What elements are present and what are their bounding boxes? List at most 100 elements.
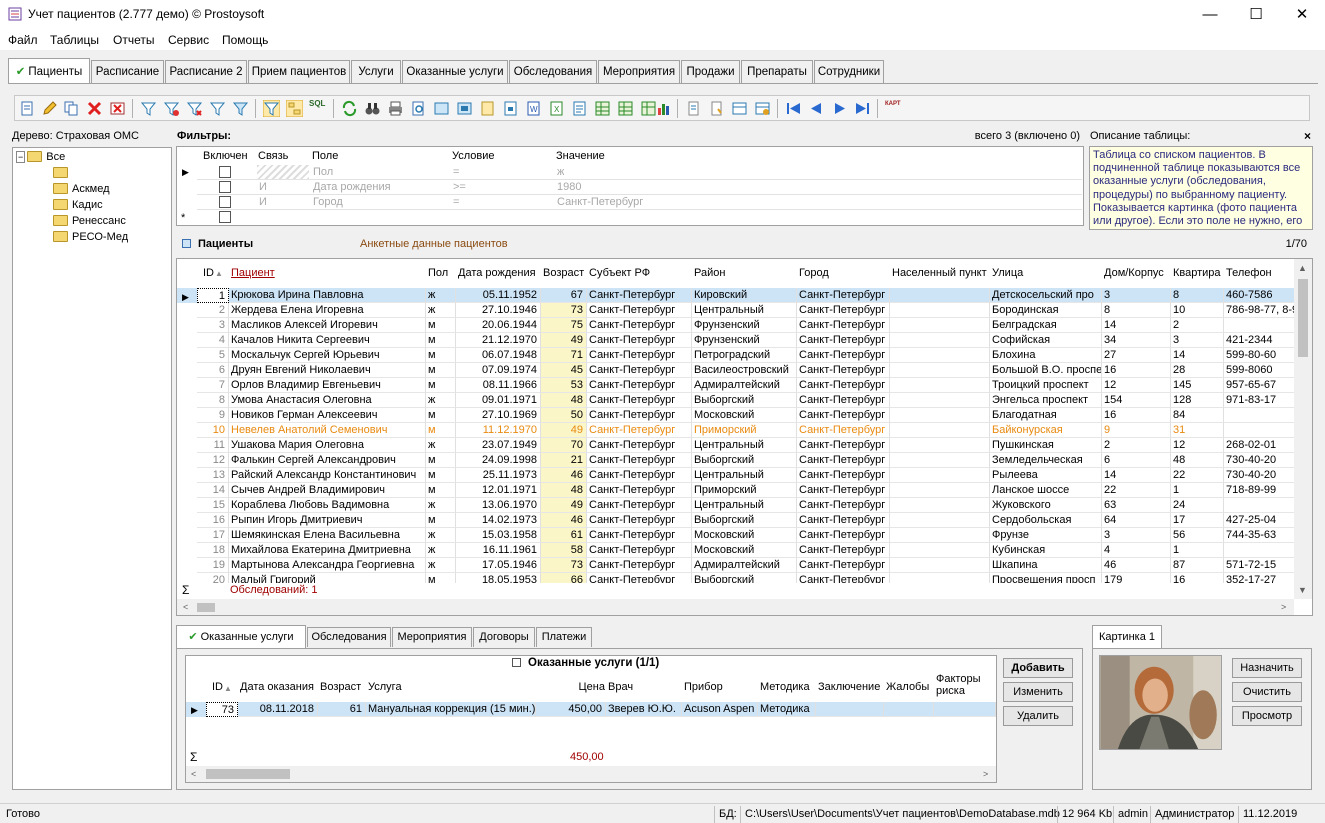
table-cell[interactable]: 16.11.1961 bbox=[456, 543, 541, 558]
table-cell[interactable]: Санкт-Петербург bbox=[797, 423, 890, 438]
table-cell[interactable]: м bbox=[426, 573, 456, 583]
hscroll-thumb[interactable] bbox=[197, 603, 215, 612]
table-cell[interactable] bbox=[934, 702, 996, 717]
table-cell[interactable]: 6 bbox=[197, 363, 229, 378]
table-cell[interactable]: м bbox=[426, 408, 456, 423]
table-cell[interactable]: 53 bbox=[541, 378, 587, 393]
filter-add-icon[interactable] bbox=[163, 100, 180, 117]
table-cell[interactable]: 07.09.1974 bbox=[456, 363, 541, 378]
table-cell[interactable]: 27.10.1946 bbox=[456, 303, 541, 318]
table-cell[interactable]: 3 bbox=[1102, 288, 1171, 303]
tab-contracts[interactable]: Договоры bbox=[473, 627, 535, 647]
table-cell[interactable]: Москальчук Сергей Юрьевич bbox=[229, 348, 426, 363]
tab-events-detail[interactable]: Мероприятия bbox=[392, 627, 472, 647]
table-cell[interactable]: 66 bbox=[541, 573, 587, 583]
table-cell[interactable]: 5 bbox=[197, 348, 229, 363]
table-cell[interactable]: Большой В.О. проспе bbox=[990, 363, 1102, 378]
filter-field[interactable]: Город bbox=[313, 195, 343, 210]
filter-condition[interactable]: = bbox=[453, 165, 459, 180]
table-cell[interactable]: Малый Григорий bbox=[229, 573, 426, 583]
table-cell[interactable]: 12 bbox=[197, 453, 229, 468]
table-cell[interactable]: 599-80-60 bbox=[1224, 348, 1294, 363]
table-cell[interactable]: Санкт-Петербург bbox=[797, 543, 890, 558]
minimize-button[interactable]: — bbox=[1187, 0, 1233, 30]
patients-column-header[interactable]: Субъект РФ bbox=[589, 266, 694, 281]
new-record-icon[interactable] bbox=[19, 100, 36, 117]
tab-rendered-services[interactable]: Оказанные услуги bbox=[402, 60, 508, 84]
close-window-button[interactable]: ✕ bbox=[1279, 0, 1325, 30]
services-column-header[interactable]: Врач bbox=[608, 681, 684, 693]
table-cell[interactable]: 50 bbox=[541, 408, 587, 423]
filter-link[interactable]: И bbox=[259, 180, 267, 195]
view-image-button[interactable]: Просмотр bbox=[1232, 706, 1302, 726]
edit-pencil-icon[interactable] bbox=[41, 100, 58, 117]
table-cell[interactable]: Фрунзенский bbox=[692, 318, 797, 333]
table-cell[interactable]: Умова Анастасия Олеговна bbox=[229, 393, 426, 408]
table-cell[interactable]: м bbox=[426, 318, 456, 333]
table-cell[interactable]: 599-8060 bbox=[1224, 363, 1294, 378]
table-cell[interactable] bbox=[890, 453, 990, 468]
maximize-button[interactable]: ☐ bbox=[1233, 0, 1279, 30]
table-row[interactable]: 10 Невелев Анатолий Семенович м 11.12.1970 4… bbox=[177, 423, 1294, 438]
filter-value[interactable]: 1980 bbox=[557, 180, 581, 195]
next-record-icon[interactable] bbox=[831, 100, 848, 117]
table-cell[interactable]: Санкт-Петербург bbox=[797, 438, 890, 453]
table-cell[interactable]: 56 bbox=[1171, 528, 1224, 543]
table-cell[interactable]: Ланское шоссе bbox=[990, 483, 1102, 498]
tab-sales[interactable]: Продажи bbox=[681, 60, 740, 84]
table-cell[interactable]: Жердева Елена Игоревна bbox=[229, 303, 426, 318]
patients-column-header[interactable]: Город bbox=[799, 266, 892, 281]
table-cell[interactable]: м bbox=[426, 468, 456, 483]
table-cell[interactable]: Санкт-Петербург bbox=[587, 573, 692, 583]
table-cell[interactable]: м bbox=[426, 333, 456, 348]
filter-enabled-checkbox[interactable] bbox=[219, 196, 231, 208]
table-cell[interactable]: 11.12.1970 bbox=[456, 423, 541, 438]
table-cell[interactable]: Адмиралтейский bbox=[692, 558, 797, 573]
table-cell[interactable]: 3 bbox=[1102, 528, 1171, 543]
table-cell[interactable] bbox=[890, 378, 990, 393]
table-cell[interactable]: Новиков Герман Алексеевич bbox=[229, 408, 426, 423]
table-cell[interactable]: Санкт-Петербург bbox=[797, 348, 890, 363]
table-cell[interactable]: 450,00 bbox=[536, 702, 606, 717]
table-cell[interactable]: Масликов Алексей Игоревич bbox=[229, 318, 426, 333]
table-cell[interactable]: 460-7586 bbox=[1224, 288, 1294, 303]
table-cell[interactable]: Троицкий проспект bbox=[990, 378, 1102, 393]
refresh-icon[interactable] bbox=[341, 100, 358, 117]
table-cell[interactable]: 17 bbox=[1171, 513, 1224, 528]
table-cell[interactable]: м bbox=[426, 423, 456, 438]
table-cell[interactable]: Шемякинская Елена Васильевна bbox=[229, 528, 426, 543]
tab-payments[interactable]: Платежи bbox=[536, 627, 592, 647]
table-cell[interactable] bbox=[890, 348, 990, 363]
table-cell[interactable]: Санкт-Петербург bbox=[587, 513, 692, 528]
close-description-button[interactable]: × bbox=[1304, 129, 1311, 143]
table-cell[interactable]: Санкт-Петербург bbox=[587, 348, 692, 363]
table-cell[interactable]: 87 bbox=[1171, 558, 1224, 573]
filter-remove-icon[interactable] bbox=[186, 100, 203, 117]
table-cell[interactable]: Acuson Aspen bbox=[682, 702, 758, 717]
export-table-icon[interactable] bbox=[594, 100, 611, 117]
table-cell[interactable] bbox=[1224, 423, 1294, 438]
patients-hscrollbar[interactable]: < > bbox=[177, 599, 1294, 615]
tab-rendered-services-detail[interactable]: ✔ Оказанные услуги bbox=[176, 625, 306, 648]
table-row[interactable]: 9 Новиков Герман Алексеевич м 27.10.1969 50 С… bbox=[177, 408, 1294, 423]
table-cell[interactable] bbox=[884, 702, 934, 717]
table-cell[interactable]: Рыпин Игорь Дмитриевич bbox=[229, 513, 426, 528]
table-cell[interactable] bbox=[1224, 408, 1294, 423]
assign-image-button[interactable]: Назначить bbox=[1232, 658, 1302, 678]
table-cell[interactable]: м bbox=[426, 453, 456, 468]
table-row[interactable]: 20 Малый Григорий м 18.05.1953 66 Санкт-Петер… bbox=[177, 573, 1294, 583]
table-cell[interactable]: Санкт-Петербург bbox=[797, 318, 890, 333]
filter-enabled-checkbox[interactable] bbox=[219, 166, 231, 178]
table-cell[interactable]: 145 bbox=[1171, 378, 1224, 393]
table-cell[interactable]: Санкт-Петербург bbox=[797, 378, 890, 393]
table-cell[interactable]: Бородинская bbox=[990, 303, 1102, 318]
table-cell[interactable]: 17.05.1946 bbox=[456, 558, 541, 573]
table-cell[interactable]: Санкт-Петербург bbox=[797, 408, 890, 423]
tab-employees[interactable]: Сотрудники bbox=[814, 60, 884, 84]
table-cell[interactable]: 71 bbox=[541, 348, 587, 363]
sql-button[interactable]: SQL bbox=[309, 99, 325, 108]
filter-new-checkbox[interactable] bbox=[219, 211, 231, 223]
table-cell[interactable]: 4 bbox=[1102, 543, 1171, 558]
filter-condition[interactable]: = bbox=[453, 195, 459, 210]
export-icon[interactable] bbox=[433, 100, 450, 117]
